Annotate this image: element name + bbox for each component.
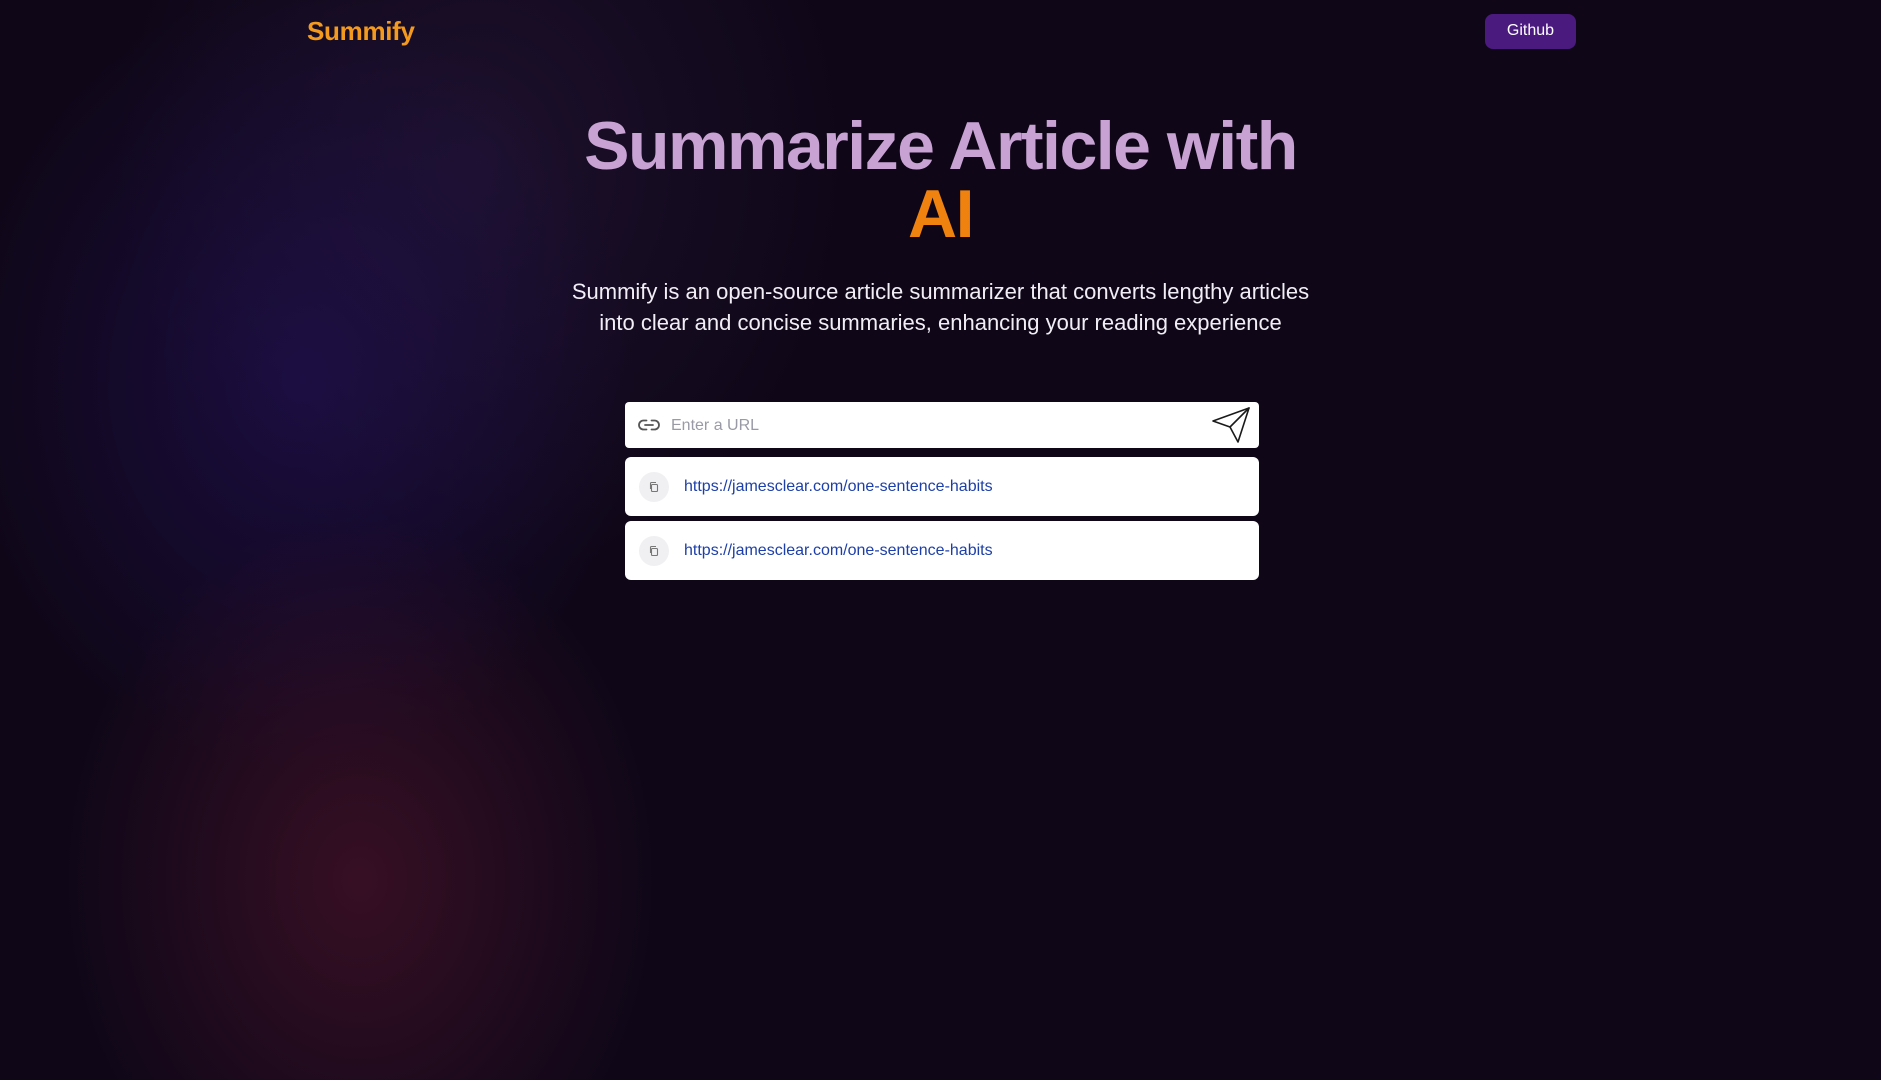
page-title: Summarize Article with AI (0, 112, 1881, 248)
copy-icon (649, 481, 659, 492)
copy-button[interactable] (639, 471, 669, 502)
hero: Summarize Article with AI Summify is an … (0, 112, 1881, 338)
history-item[interactable]: https://jamesclear.com/one-sentence-habi… (625, 457, 1259, 516)
history-list: https://jamesclear.com/one-sentence-habi… (625, 457, 1259, 585)
logo[interactable]: Summify (307, 16, 415, 47)
page: Summify Github Summarize Article with AI… (0, 0, 1881, 1080)
url-input[interactable] (669, 402, 1193, 450)
submit-button[interactable] (1211, 406, 1251, 444)
title-highlight: AI (0, 180, 1881, 248)
history-url[interactable]: https://jamesclear.com/one-sentence-habi… (684, 478, 993, 496)
github-button[interactable]: Github (1485, 13, 1576, 49)
title-line: Summarize Article with (584, 108, 1298, 184)
link-icon (637, 415, 661, 435)
history-url[interactable]: https://jamesclear.com/one-sentence-habi… (684, 542, 993, 560)
copy-icon (649, 545, 659, 556)
history-item[interactable]: https://jamesclear.com/one-sentence-habi… (625, 521, 1259, 580)
page-subtitle: Summify is an open-source article summar… (571, 279, 1310, 335)
url-form (625, 402, 1259, 450)
paper-plane-icon (1212, 407, 1250, 443)
copy-button[interactable] (639, 535, 669, 566)
navbar: Summify Github (307, 12, 1576, 50)
